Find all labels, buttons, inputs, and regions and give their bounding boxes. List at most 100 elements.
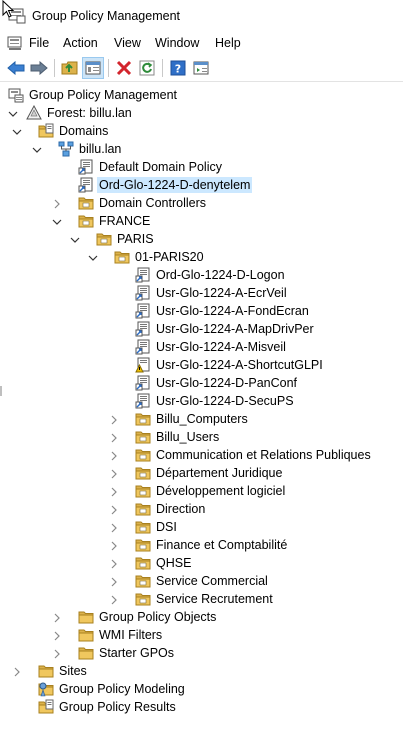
sites-icon: [38, 663, 54, 679]
menu-view[interactable]: View: [113, 36, 142, 50]
domain-icon: [58, 141, 74, 157]
title-bar: Group Policy Management: [0, 0, 403, 32]
tree-node-ou-service-recrutement[interactable]: Service Recrutement: [0, 590, 400, 608]
help-icon[interactable]: ?: [167, 57, 189, 79]
console-tree: Group Policy Management Forest: billu.lan…: [0, 86, 403, 755]
collapse-chevron-icon[interactable]: [52, 216, 62, 226]
toolbar-separator: [54, 59, 55, 77]
tree-node-label: Billu_Users: [156, 430, 220, 444]
delete-icon[interactable]: [113, 57, 135, 79]
tree-node-gpo-link-denytelem[interactable]: Ord-Glo-1224-D-denytelem: [0, 176, 400, 194]
tree-node-label: Group Policy Management: [29, 88, 177, 102]
tree-node-ou-01-paris20[interactable]: 01-PARIS20: [0, 248, 400, 266]
svg-text:?: ?: [175, 63, 181, 76]
gpo-icon: [135, 375, 151, 391]
tree-node-label: Service Commercial: [156, 574, 268, 588]
toolbar: ?: [0, 55, 403, 82]
tree-node-default-domain-policy[interactable]: Default Domain Policy: [0, 158, 400, 176]
tree-node-label: Usr-Glo-1224-A-MapDrivPer: [156, 322, 314, 336]
tree-node-ou-communication-et-relations-publiques[interactable]: Communication et Relations Publiques: [0, 446, 400, 464]
tree-node-gpo-link-usr-glo-1224-a-misveil[interactable]: Usr-Glo-1224-A-Misveil: [0, 338, 400, 356]
expand-chevron-icon[interactable]: [109, 486, 119, 497]
tree-node-ou-qhse[interactable]: QHSE: [0, 554, 400, 572]
menu-file[interactable]: File: [28, 36, 50, 50]
gpo-icon: [135, 339, 151, 355]
tree-node-ou-developpement-logiciel[interactable]: Développement logiciel: [0, 482, 400, 500]
forward-arrow-icon[interactable]: [28, 57, 50, 79]
tree-node-ou-paris[interactable]: PARIS: [0, 230, 400, 248]
tree-node-group-policy-modeling[interactable]: Group Policy Modeling: [0, 680, 400, 698]
expand-chevron-icon[interactable]: [109, 594, 119, 605]
tree-node-gpo-link-usr-glo-1224-a-shortcutglpi[interactable]: Usr-Glo-1224-A-ShortcutGLPI: [0, 356, 400, 374]
tree-node-group-policy-results[interactable]: Group Policy Results: [0, 698, 400, 716]
tree-node-label: Département Juridique: [156, 466, 283, 480]
tree-node-gpo-link-ord-glo-1224-d-logon[interactable]: Ord-Glo-1224-D-Logon: [0, 266, 400, 284]
expand-chevron-icon[interactable]: [109, 558, 119, 569]
expand-chevron-icon[interactable]: [109, 576, 119, 587]
show-hide-tree-icon[interactable]: [82, 57, 104, 79]
tree-node-gpo-link-usr-glo-1224-d-secups[interactable]: Usr-Glo-1224-D-SecuPS: [0, 392, 400, 410]
tree-node-ou-dsi[interactable]: DSI: [0, 518, 400, 536]
tree-node-ou-service-commercial[interactable]: Service Commercial: [0, 572, 400, 590]
tree-node-ou-departement-juridique[interactable]: Département Juridique: [0, 464, 400, 482]
ou-icon: [96, 231, 112, 247]
tree-node-domain-controllers[interactable]: Domain Controllers: [0, 194, 400, 212]
tree-node-domain[interactable]: billu.lan: [0, 140, 400, 158]
expand-chevron-icon[interactable]: [109, 414, 119, 425]
tree-node-domains[interactable]: Domains: [0, 122, 400, 140]
tree-node-ou-france[interactable]: FRANCE: [0, 212, 400, 230]
folder-icon: [78, 645, 94, 661]
expand-chevron-icon[interactable]: [52, 612, 62, 623]
expand-chevron-icon[interactable]: [109, 432, 119, 443]
tree-node-label: Usr-Glo-1224-D-SecuPS: [156, 394, 294, 408]
refresh-icon[interactable]: [136, 57, 158, 79]
tree-node-ou-direction[interactable]: Direction: [0, 500, 400, 518]
up-folder-icon[interactable]: [59, 57, 81, 79]
tree-node-root[interactable]: Group Policy Management: [0, 86, 400, 104]
expand-chevron-icon[interactable]: [109, 468, 119, 479]
tree-node-label: Billu_Computers: [156, 412, 248, 426]
menu-action[interactable]: Action: [62, 36, 99, 50]
tree-node-gpo-link-usr-glo-1224-a-mapdrivper[interactable]: Usr-Glo-1224-A-MapDrivPer: [0, 320, 400, 338]
expand-chevron-icon[interactable]: [109, 504, 119, 515]
ou-icon: [135, 591, 151, 607]
gpo-icon: [135, 321, 151, 337]
gpm-icon: [8, 87, 24, 103]
expand-chevron-icon[interactable]: [109, 450, 119, 461]
tree-node-gpo-link-usr-glo-1224-a-fondecran[interactable]: Usr-Glo-1224-A-FondEcran: [0, 302, 400, 320]
menu-window[interactable]: Window: [154, 36, 200, 50]
tree-node-label: Communication et Relations Publiques: [156, 448, 371, 462]
tree-node-ou-billu-users[interactable]: Billu_Users: [0, 428, 400, 446]
tree-node-label: Usr-Glo-1224-A-ShortcutGLPI: [156, 358, 323, 372]
tree-node-forest[interactable]: Forest: billu.lan: [0, 104, 400, 122]
mouse-cursor-icon: [2, 0, 16, 23]
console-icon[interactable]: [7, 35, 23, 54]
tree-node-wmi-filters[interactable]: WMI Filters: [0, 626, 400, 644]
expand-chevron-icon[interactable]: [52, 630, 62, 641]
menu-help[interactable]: Help: [214, 36, 242, 50]
collapse-chevron-icon[interactable]: [8, 108, 18, 118]
collapse-chevron-icon[interactable]: [32, 144, 42, 154]
expand-chevron-icon[interactable]: [52, 198, 62, 209]
tree-node-ou-billu-computers[interactable]: Billu_Computers: [0, 410, 400, 428]
collapse-chevron-icon[interactable]: [12, 126, 22, 136]
tree-node-group-policy-objects[interactable]: Group Policy Objects: [0, 608, 400, 626]
tree-node-sites[interactable]: Sites: [0, 662, 400, 680]
expand-chevron-icon[interactable]: [52, 648, 62, 659]
tree-node-starter-gpos[interactable]: Starter GPOs: [0, 644, 400, 662]
properties-pane-icon[interactable]: [190, 57, 212, 79]
back-arrow-icon[interactable]: [5, 57, 27, 79]
collapse-chevron-icon[interactable]: [88, 252, 98, 262]
tree-node-label: Domains: [59, 124, 109, 138]
expand-chevron-icon[interactable]: [109, 522, 119, 533]
collapse-chevron-icon[interactable]: [70, 234, 80, 244]
expand-chevron-icon[interactable]: [109, 540, 119, 551]
tree-node-label: Ord-Glo-1224-D-denytelem: [97, 177, 253, 193]
tree-node-gpo-link-usr-glo-1224-a-ecrveil[interactable]: Usr-Glo-1224-A-EcrVeil: [0, 284, 400, 302]
menu-bar: File Action View Window Help: [0, 32, 403, 54]
tree-node-label: Direction: [156, 502, 206, 516]
tree-node-ou-finance-et-comptabilite[interactable]: Finance et Comptabilité: [0, 536, 400, 554]
expand-chevron-icon[interactable]: [12, 666, 22, 677]
gpo-icon: [135, 267, 151, 283]
tree-node-gpo-link-usr-glo-1224-d-panconf[interactable]: Usr-Glo-1224-D-PanConf: [0, 374, 400, 392]
